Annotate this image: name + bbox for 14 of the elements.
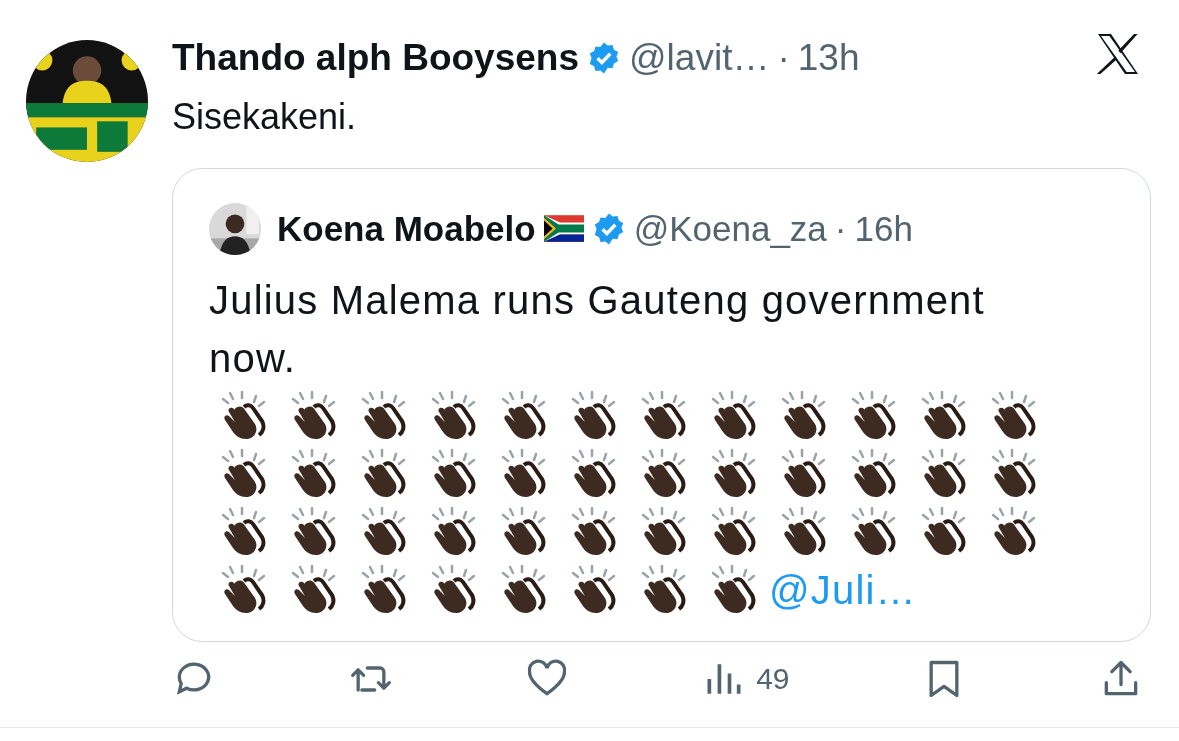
view-count: 49 [756, 661, 790, 697]
separator-dot: · [834, 207, 847, 250]
quoted-post-card[interactable]: Koena Moabelo @Koena_za · 16h Julius Malema runs Gauteng government now. @Juli… [172, 167, 1151, 642]
author-handle[interactable]: @Koena_za [633, 202, 827, 255]
author-name[interactable]: Koena Moabelo [277, 202, 536, 255]
post-time: 13h [797, 36, 860, 80]
author-name[interactable]: Thando alph Booysens [172, 30, 580, 86]
post-text: Sisekakeni. [172, 94, 358, 139]
separator-dot: · [777, 36, 790, 80]
flag-icon [543, 215, 584, 243]
quote-text: Julius Malema runs Gauteng government now. [209, 277, 986, 382]
views-button[interactable]: 49 [702, 656, 790, 701]
author-handle[interactable]: @lavit… [629, 30, 770, 86]
post-time: 16h [854, 207, 913, 250]
